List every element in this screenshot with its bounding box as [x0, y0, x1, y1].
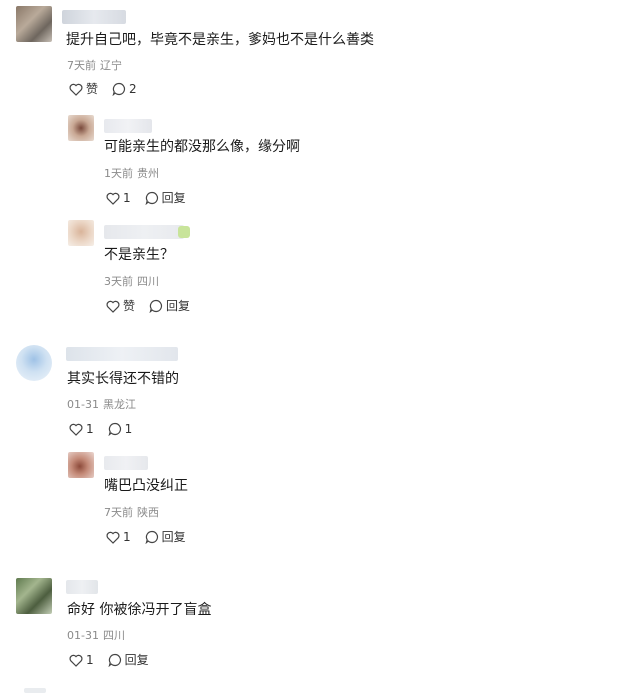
like-button[interactable]: 1	[69, 652, 94, 668]
heart-icon	[106, 300, 120, 313]
reply-label: 回复	[161, 191, 186, 205]
like-button[interactable]: 1	[106, 190, 131, 206]
like-label: 1	[123, 530, 131, 544]
comment-location: 贵州	[137, 167, 159, 180]
username-blurred[interactable]	[62, 10, 126, 24]
comment-bubble-icon	[145, 530, 158, 544]
reply-button[interactable]: 2	[112, 81, 137, 97]
comment-date: 1天前	[104, 167, 133, 180]
heart-icon	[69, 83, 83, 96]
comment-date: 3天前	[104, 275, 133, 288]
comment-meta: 7天前 辽宁	[67, 58, 126, 74]
comment-date: 7天前	[67, 59, 96, 72]
comment-text: 命好 你被徐冯开了盲盒	[67, 602, 212, 618]
reply-label: 回复	[124, 653, 149, 667]
reply-button[interactable]: 回复	[149, 298, 190, 314]
like-label: 赞	[86, 82, 99, 96]
avatar[interactable]	[16, 6, 52, 42]
username-blurred[interactable]	[104, 119, 152, 133]
comment-date: 01-31	[67, 398, 99, 411]
comment-text: 不是亲生？	[104, 247, 174, 263]
avatar[interactable]	[68, 115, 94, 141]
comment-location: 陕西	[137, 506, 159, 519]
reply-label: 回复	[166, 299, 191, 313]
comment-meta: 7天前 陕西	[104, 505, 163, 521]
comment-bubble-icon	[112, 82, 126, 96]
comment-location: 四川	[137, 275, 159, 288]
comment-location: 辽宁	[100, 59, 122, 72]
comment-bubble-icon	[108, 653, 121, 667]
comment-actions: 赞 2	[69, 81, 151, 97]
comment-text: 其实长得还不错的	[67, 371, 179, 387]
comment-meta: 01-31 四川	[67, 628, 129, 644]
heart-icon	[106, 531, 120, 544]
reply-button[interactable]: 回复	[108, 652, 149, 668]
heart-icon	[106, 192, 120, 205]
comment-location: 黑龙江	[102, 398, 136, 411]
comment-bubble-icon	[145, 191, 158, 205]
comment-date: 01-31	[67, 629, 99, 642]
heart-icon	[69, 654, 83, 667]
like-button[interactable]: 1	[106, 529, 131, 545]
comment-text: 提升自己吧，毕竟不是亲生，爹妈也不是什么善类	[66, 32, 374, 48]
like-button[interactable]: 赞	[106, 298, 135, 314]
username-blurred[interactable]	[104, 225, 184, 239]
reply-label: 回复	[161, 530, 186, 544]
comment-actions: 1 1	[69, 421, 146, 437]
comment-bubble-icon	[149, 299, 163, 313]
like-label: 1	[86, 422, 94, 436]
like-label: 1	[123, 191, 131, 205]
comment-date: 7天前	[104, 506, 133, 519]
reply-button[interactable]: 回复	[145, 190, 186, 206]
comment-text: 可能亲生的都没那么像，缘分啊	[104, 139, 300, 155]
comment-meta: 1天前 贵州	[104, 166, 163, 182]
comment-actions: 1 回复	[69, 652, 163, 668]
like-button[interactable]: 赞	[69, 81, 98, 97]
comment-actions: 1 回复	[106, 190, 200, 206]
comment-meta: 01-31 黑龙江	[67, 397, 140, 413]
reply-count: 2	[129, 82, 137, 96]
reply-button[interactable]: 1	[108, 421, 133, 437]
avatar-partial	[24, 688, 46, 693]
avatar[interactable]	[16, 345, 52, 381]
username-blurred[interactable]	[66, 347, 178, 361]
username-blurred[interactable]	[66, 580, 98, 594]
reply-button[interactable]: 回复	[145, 529, 186, 545]
comment-meta: 3天前 四川	[104, 274, 163, 290]
like-label: 1	[86, 653, 94, 667]
like-button[interactable]: 1	[69, 421, 94, 437]
badge-blurred	[178, 226, 190, 238]
comment-actions: 1 回复	[106, 529, 200, 545]
username-blurred[interactable]	[104, 456, 148, 470]
avatar[interactable]	[68, 452, 94, 478]
avatar[interactable]	[16, 578, 52, 614]
comment-bubble-icon	[108, 422, 121, 436]
comment-text: 嘴巴凸没纠正	[104, 478, 188, 494]
reply-count: 1	[124, 422, 133, 436]
comment-location: 四川	[102, 629, 125, 642]
comment-actions: 赞 回复	[106, 298, 204, 314]
heart-icon	[69, 423, 83, 436]
like-label: 赞	[123, 299, 136, 313]
avatar[interactable]	[68, 220, 94, 246]
